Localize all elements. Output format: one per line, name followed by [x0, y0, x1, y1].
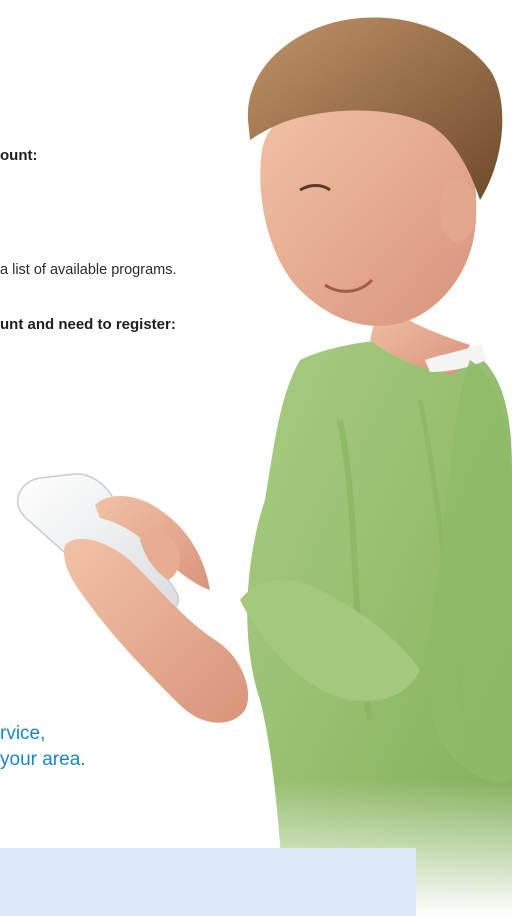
face: [260, 93, 477, 326]
programs-text: a list of available programs.: [0, 262, 177, 278]
info-box: [0, 848, 416, 916]
sleeve-left: [240, 579, 420, 701]
service-text-line-1: rvice,: [0, 723, 46, 744]
right-hand: [95, 495, 210, 590]
man-with-tablet-photo: [17, 17, 512, 916]
register-heading: unt and need to register:: [0, 316, 176, 333]
neck: [370, 300, 470, 375]
sweater-body: [247, 339, 512, 916]
tablet: [17, 473, 180, 617]
account-heading: ount:: [0, 147, 38, 164]
left-hand: [64, 538, 249, 723]
hair: [247, 17, 503, 200]
service-text-line-2: your area.: [0, 749, 86, 770]
